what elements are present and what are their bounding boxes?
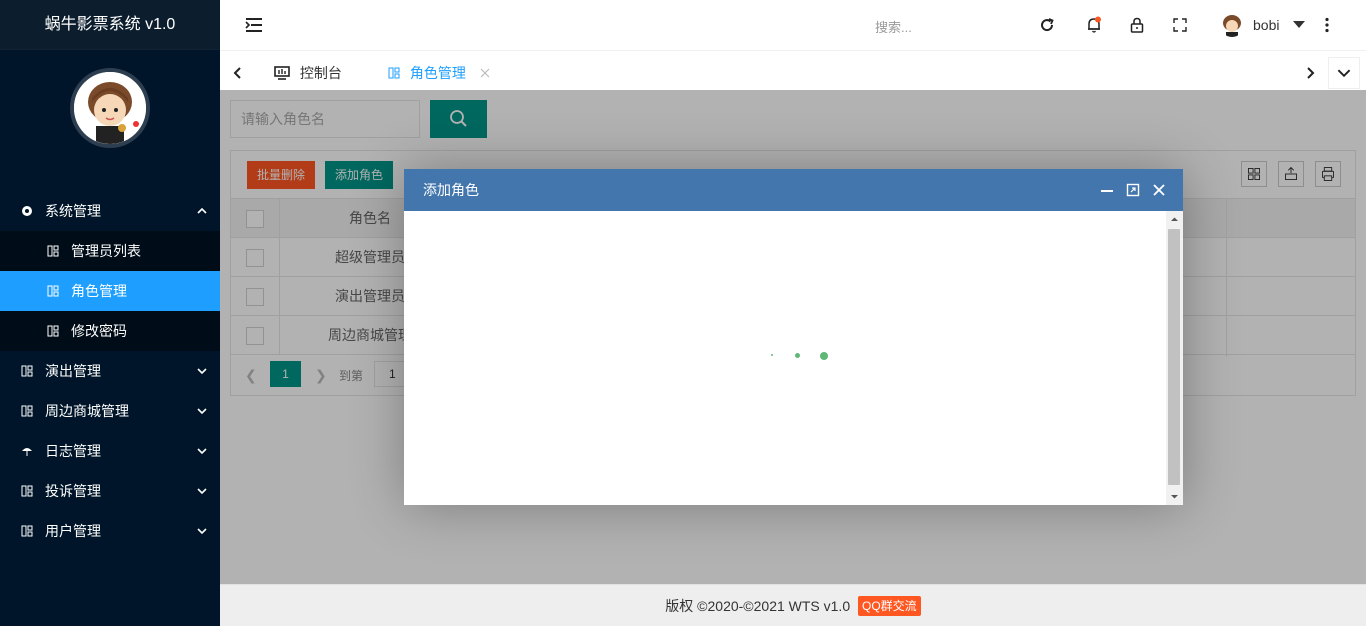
minimize-icon[interactable]	[1100, 183, 1114, 197]
dialog-title-bar: 添加角色	[404, 169, 1183, 211]
scroll-up-icon[interactable]	[1166, 211, 1183, 228]
submenu-system: 管理员列表 角色管理 修改密码	[0, 231, 220, 351]
sidebar-item-label: 修改密码	[71, 323, 127, 339]
more-vertical-icon[interactable]	[1318, 16, 1336, 34]
sidebar-item-label: 角色管理	[71, 283, 127, 299]
top-header: 搜索... bobi	[220, 0, 1366, 50]
loading-dot	[771, 354, 773, 356]
sidebar-item-mall[interactable]: 周边商城管理	[0, 391, 220, 431]
umbrella-icon	[20, 444, 34, 458]
chevron-down-icon	[197, 408, 207, 415]
chevron-down-icon	[197, 448, 207, 455]
grid-icon	[46, 324, 60, 338]
grid-icon	[46, 284, 60, 298]
side-menu: 系统管理 管理员列表 角色管理 修改密码 演出管理 周边商城管理 日志管理 投诉…	[0, 191, 220, 551]
sidebar-item-label: 用户管理	[45, 523, 101, 539]
tab-label: 角色管理	[409, 65, 466, 81]
avatar[interactable]	[1220, 13, 1244, 37]
chevron-down-icon	[197, 488, 207, 495]
close-icon[interactable]	[1152, 183, 1166, 197]
caret-down-icon[interactable]	[1293, 21, 1305, 28]
loading-dot	[820, 352, 828, 360]
sidebar-item-complaints[interactable]: 投诉管理	[0, 471, 220, 511]
sidebar-item-change-password[interactable]: 修改密码	[0, 311, 220, 351]
chevron-up-icon	[197, 207, 207, 214]
footer: 版权 ©2020-©2021 WTS v1.0 QQ群交流	[220, 584, 1366, 626]
grid-icon	[46, 244, 60, 258]
sidebar-item-admin-list[interactable]: 管理员列表	[0, 231, 220, 271]
chevron-down-icon[interactable]	[1328, 57, 1360, 89]
scroll-down-icon[interactable]	[1166, 488, 1183, 505]
dashboard-icon	[274, 66, 290, 80]
username[interactable]: bobi	[1253, 17, 1279, 33]
bell-icon[interactable]	[1085, 16, 1103, 34]
sidebar-item-label: 系统管理	[45, 203, 101, 219]
sidebar-item-label: 演出管理	[45, 363, 101, 379]
chevron-right-icon[interactable]	[1292, 55, 1328, 91]
sidebar-item-users[interactable]: 用户管理	[0, 511, 220, 551]
tab-dashboard[interactable]: 控制台	[260, 55, 356, 91]
globe-icon	[20, 204, 34, 218]
close-icon[interactable]	[480, 68, 490, 78]
profile-area	[0, 50, 220, 160]
search-input[interactable]: 搜索...	[875, 17, 912, 36]
loading-dot	[795, 353, 800, 358]
sidebar-item-system[interactable]: 系统管理	[0, 191, 220, 231]
grid-icon	[20, 484, 34, 498]
menu-fold-icon[interactable]	[244, 16, 264, 34]
tab-label: 控制台	[299, 65, 342, 81]
sidebar-item-label: 管理员列表	[71, 243, 141, 259]
lock-icon[interactable]	[1128, 16, 1146, 34]
grid-icon	[20, 364, 34, 378]
avatar-illustration	[74, 72, 146, 144]
grid-icon	[20, 524, 34, 538]
copyright-text: 版权 ©2020-©2021 WTS v1.0	[665, 598, 851, 614]
app-title: 蜗牛影票系统 v1.0	[0, 0, 220, 50]
add-role-dialog: 添加角色	[404, 169, 1183, 505]
dialog-body	[404, 211, 1183, 505]
scroll-thumb[interactable]	[1168, 229, 1180, 485]
refresh-icon[interactable]	[1038, 16, 1056, 34]
dialog-scrollbar[interactable]	[1166, 211, 1183, 505]
chevron-down-icon	[197, 528, 207, 535]
sidebar-item-logs[interactable]: 日志管理	[0, 431, 220, 471]
grid-icon	[388, 67, 400, 79]
sidebar: 蜗牛影票系统 v1.0 系统管理 管理员列表 角色管理 修改密码 演出管理 周边…	[0, 0, 220, 626]
sidebar-item-role-management[interactable]: 角色管理	[0, 271, 220, 311]
tab-role-management[interactable]: 角色管理	[372, 55, 505, 91]
avatar-illustration	[1223, 15, 1241, 37]
grid-icon	[20, 404, 34, 418]
fullscreen-icon[interactable]	[1171, 16, 1189, 34]
chevron-left-icon[interactable]	[220, 55, 256, 91]
sidebar-item-label: 投诉管理	[45, 483, 101, 499]
dialog-title: 添加角色	[423, 182, 479, 198]
avatar[interactable]	[70, 68, 150, 148]
sidebar-item-performance[interactable]: 演出管理	[0, 351, 220, 391]
maximize-icon[interactable]	[1126, 183, 1140, 197]
tab-bar: 控制台 角色管理	[220, 50, 1366, 91]
sidebar-item-label: 日志管理	[45, 443, 101, 459]
qq-group-badge[interactable]: QQ群交流	[858, 596, 921, 617]
chevron-down-icon	[197, 368, 207, 375]
sidebar-item-label: 周边商城管理	[45, 403, 129, 419]
